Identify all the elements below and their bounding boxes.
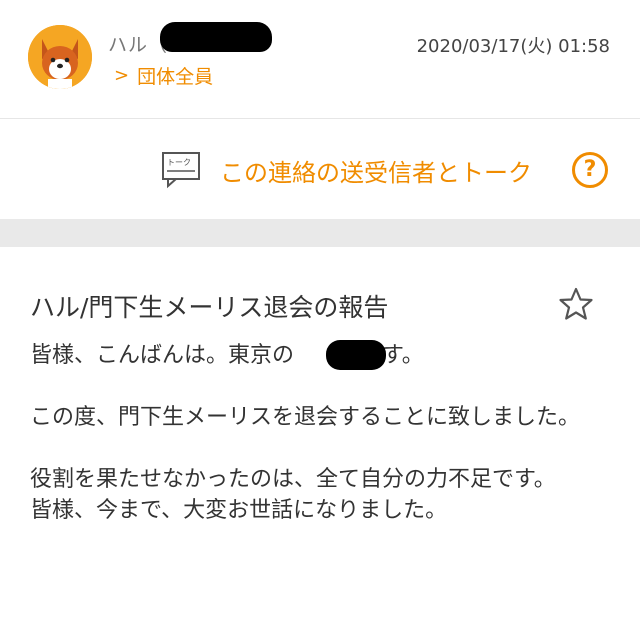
star-icon[interactable] [558,286,594,322]
dog-icon [28,25,92,89]
redaction-mark [326,340,386,370]
sender-name-text: ハル（ [108,34,169,56]
redaction-mark [160,22,272,52]
talk-with-recipients-row[interactable]: トーク この連絡の送受信者とトーク ? [0,119,640,219]
section-separator [0,219,640,247]
talk-icon-text: トーク [167,158,191,167]
sender-name: ハル（ [108,30,168,57]
help-icon[interactable]: ? [572,152,608,188]
sender-avatar[interactable] [28,25,92,89]
chevron-right-icon: > [114,65,130,86]
timestamp: 2020/03/17(火) 01:58 [416,36,610,57]
message-header: ハル（ 2020/03/17(火) 01:58 > 団体全員 [0,0,640,118]
recipient-group-label: 団体全員 [137,66,214,88]
message-subject: ハル/門下生メーリス退会の報告 [30,293,389,322]
talk-bubble-icon: トーク [162,152,200,189]
talk-label[interactable]: この連絡の送受信者とトーク [220,153,532,188]
message-body: 皆様、こんばんは。東京の です。 この度、門下生メーリスを退会することに致しまし… [30,343,581,523]
recipient-group-link[interactable]: > 団体全員 [114,62,213,89]
